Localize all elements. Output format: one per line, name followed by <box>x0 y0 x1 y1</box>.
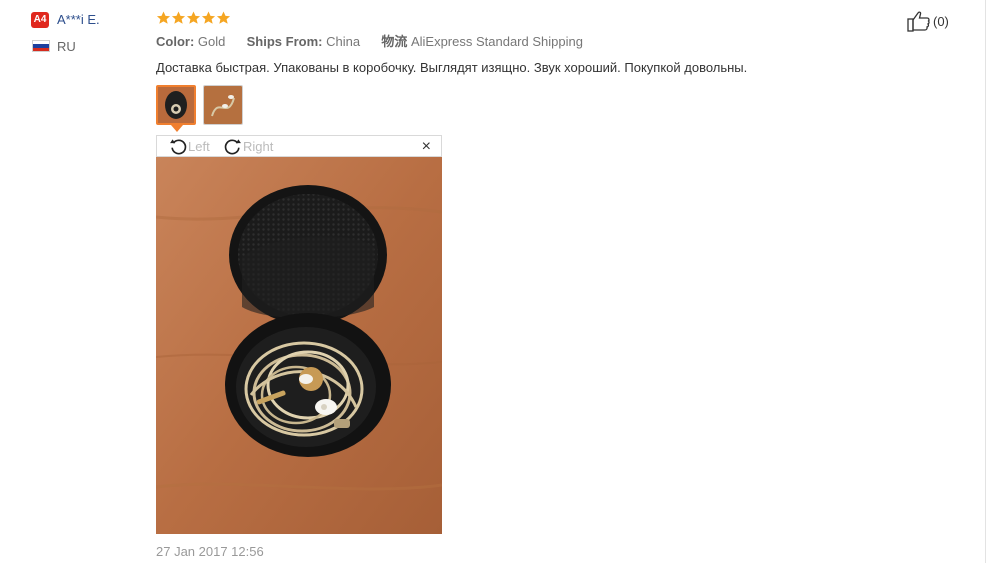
case-photo-thumbnail-image <box>158 87 194 123</box>
earphones-photo-thumbnail-image <box>204 86 242 124</box>
shipping-method: AliExpress Standard Shipping <box>410 34 583 49</box>
ships-from-value: China <box>326 34 361 49</box>
review-date: 27 Jan 2017 12:56 <box>156 544 264 559</box>
thumbs-up-icon <box>907 11 930 32</box>
helpful-count: (0) <box>933 13 949 29</box>
buyer-level-badge: A4 <box>31 12 49 28</box>
review-text: Доставка быстрая. Упакованы в коробочку.… <box>156 60 748 75</box>
photo-viewer-toolbar: Left Right × <box>156 135 442 157</box>
color-label: Color: <box>156 34 195 49</box>
selected-thumbnail-caret <box>171 125 183 132</box>
review-photo-thumbnail[interactable] <box>156 85 196 125</box>
star-icon <box>201 11 216 24</box>
close-viewer-button[interactable]: × <box>422 137 431 157</box>
color-value: Gold <box>197 34 226 49</box>
buyer-name: A***i E. <box>57 12 100 27</box>
rotate-right-label: Right <box>243 138 274 154</box>
rotate-right-button[interactable]: Right <box>223 136 273 156</box>
earphone-case-photo <box>156 157 442 534</box>
order-info: Color: Gold Ships From: China 物流 AliExpr… <box>156 33 583 51</box>
rotate-left-label: Left <box>188 138 210 154</box>
shipping-icon: 物流 <box>381 34 408 49</box>
russia-flag-icon <box>32 40 50 52</box>
rotate-left-button[interactable]: Left <box>168 136 210 156</box>
rotate-left-icon <box>170 139 187 155</box>
star-rating <box>156 10 231 26</box>
ships-from-label: Ships From: <box>246 34 323 49</box>
star-icon <box>216 11 231 24</box>
review-photo-thumbnail[interactable] <box>203 85 243 125</box>
helpful-button[interactable]: (0) <box>907 10 949 32</box>
rotate-right-icon <box>224 139 241 155</box>
star-icon <box>156 11 171 24</box>
star-icon <box>186 11 201 24</box>
buyer-country: RU <box>57 39 76 54</box>
star-icon <box>171 11 186 24</box>
review-photo-large <box>156 157 442 534</box>
